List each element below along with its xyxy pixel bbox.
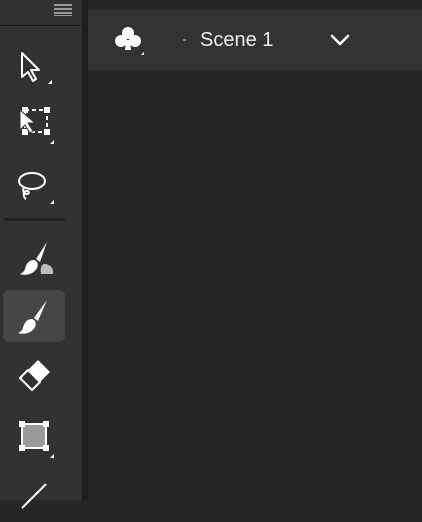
lasso-icon <box>18 172 54 204</box>
eraser-tool[interactable] <box>3 350 65 402</box>
scene-name[interactable]: Scene 1 <box>200 29 273 51</box>
stage-canvas[interactable] <box>88 70 422 500</box>
tools-panel-header <box>0 0 82 26</box>
selection-tool[interactable] <box>3 42 65 94</box>
fluid-brush-tool[interactable] <box>3 232 65 284</box>
rectangle-tool[interactable] <box>3 410 65 462</box>
line-tool[interactable] <box>3 470 65 522</box>
eraser-icon <box>19 360 50 391</box>
fluid-brush-icon <box>20 242 54 275</box>
club-icon[interactable] <box>110 24 146 56</box>
panel-header-divider <box>0 25 82 26</box>
tools-panel <box>0 0 82 509</box>
transform-icon <box>19 107 54 144</box>
line-icon <box>21 483 47 509</box>
breadcrumb-separator <box>183 39 186 41</box>
classic-brush-tool[interactable] <box>3 290 65 342</box>
scene-bar-top-gap <box>88 0 422 10</box>
panel-menu-icon[interactable] <box>54 3 74 17</box>
brush-icon <box>18 300 47 334</box>
chevron-down-icon[interactable] <box>326 28 354 52</box>
lasso-tool[interactable] <box>3 158 65 210</box>
free-transform-tool[interactable] <box>3 98 65 150</box>
arrow-icon <box>21 52 52 84</box>
edit-bar: Scene 1 <box>88 10 422 70</box>
rectangle-icon <box>19 421 54 458</box>
tool-group-separator <box>4 218 66 221</box>
